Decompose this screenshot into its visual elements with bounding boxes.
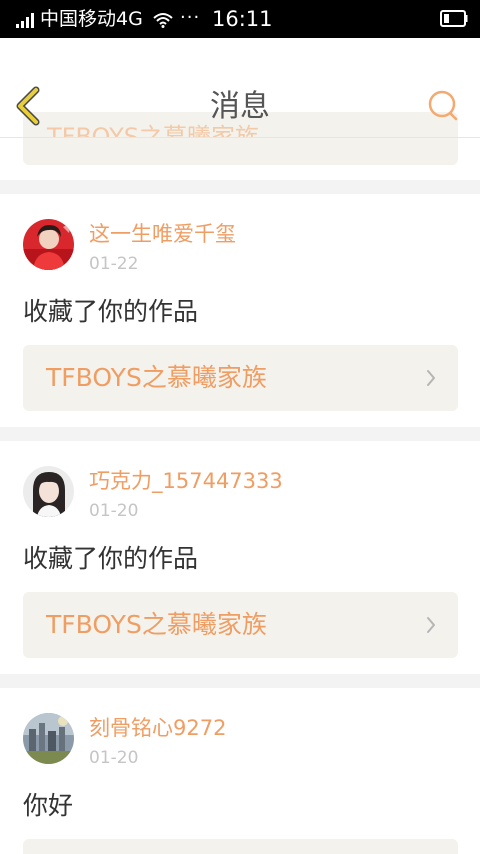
page-title: 消息 xyxy=(210,89,270,124)
message-card: 这一生唯爱千玺 01-22 收藏了你的作品 TFBOYS之慕曦家族 xyxy=(0,194,480,427)
username[interactable]: 这一生唯爱千玺 xyxy=(89,221,236,247)
username[interactable]: 刻骨铭心9272 xyxy=(89,715,226,741)
signal-icon xyxy=(16,13,34,28)
more-dots: ··· xyxy=(180,7,201,28)
carrier-label: 中国移动4G xyxy=(40,8,143,30)
message-card: 巧克力_157447333 01-20 收藏了你的作品 TFBOYS之慕曦家族 xyxy=(0,441,480,674)
avatar[interactable] xyxy=(23,466,74,517)
work-title: TFBOYS之慕曦家族 xyxy=(46,610,267,639)
username[interactable]: 巧克力_157447333 xyxy=(89,468,283,494)
previous-work-link[interactable] xyxy=(23,138,458,165)
message-text: 收藏了你的作品 xyxy=(23,544,199,573)
navigation-bar: TFBOYS之慕曦家族 消息 xyxy=(0,38,480,138)
work-title: TFBOYS之慕曦家族 xyxy=(46,363,267,392)
avatar-landscape-icon xyxy=(23,713,74,764)
chevron-right-icon xyxy=(427,370,435,386)
wifi-icon xyxy=(153,13,173,28)
message-text: 你好 xyxy=(23,791,74,820)
previous-message-card xyxy=(0,138,480,180)
message-date: 01-20 xyxy=(89,501,139,521)
message-card: 刻骨铭心9272 01-20 你好 xyxy=(0,688,480,854)
work-link[interactable]: TFBOYS之慕曦家族 xyxy=(23,345,458,411)
battery-icon xyxy=(440,10,468,27)
clock: 16:11 xyxy=(212,7,273,31)
message-date: 01-22 xyxy=(89,254,139,274)
chevron-right-icon xyxy=(427,617,435,633)
message-date: 01-20 xyxy=(89,748,139,768)
search-icon[interactable] xyxy=(426,88,460,122)
status-bar: 中国移动4G ··· 16:11 xyxy=(0,0,480,38)
work-link[interactable] xyxy=(23,839,458,854)
avatar-girl-icon xyxy=(23,466,74,517)
work-link[interactable]: TFBOYS之慕曦家族 xyxy=(23,592,458,658)
avatar[interactable] xyxy=(23,713,74,764)
message-text: 收藏了你的作品 xyxy=(23,297,199,326)
avatar-red-icon xyxy=(23,219,74,270)
avatar[interactable] xyxy=(23,219,74,270)
